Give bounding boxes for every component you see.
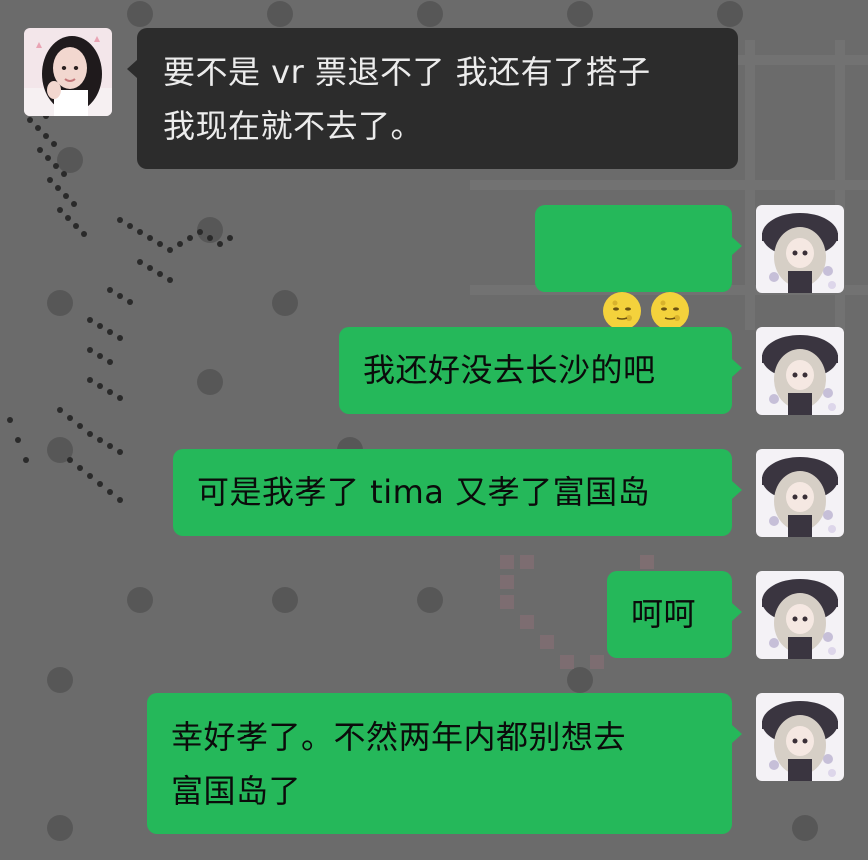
message-bubble[interactable]: 要不是 vr 票退不了 我还有了搭子 我现在就不去了。 xyxy=(137,28,738,169)
my-avatar[interactable] xyxy=(756,693,844,781)
bubble-tail xyxy=(732,725,742,743)
message-bubble[interactable]: 呵呵 xyxy=(607,571,732,658)
my-avatar[interactable] xyxy=(756,205,844,293)
bubble-tail xyxy=(732,237,742,255)
moon-face-icon xyxy=(602,292,641,330)
bubble-tail xyxy=(732,481,742,499)
friend-avatar[interactable] xyxy=(24,28,112,116)
message-bubble[interactable]: 幸好孝了。不然两年内都别想去 富国岛了 xyxy=(147,693,732,834)
message-bubble[interactable] xyxy=(535,205,732,384)
my-avatar[interactable] xyxy=(756,571,844,659)
bubble-tail xyxy=(732,603,742,621)
my-avatar[interactable] xyxy=(756,327,844,415)
message-bubble[interactable]: 我还好没去长沙的吧 xyxy=(339,327,732,414)
message-bubble[interactable]: 可是我孝了 tima 又孝了富国岛 xyxy=(173,449,732,536)
my-avatar[interactable] xyxy=(756,449,844,537)
moon-face-icon xyxy=(650,292,689,330)
bubble-tail xyxy=(732,359,742,377)
bubble-tail xyxy=(127,60,137,78)
